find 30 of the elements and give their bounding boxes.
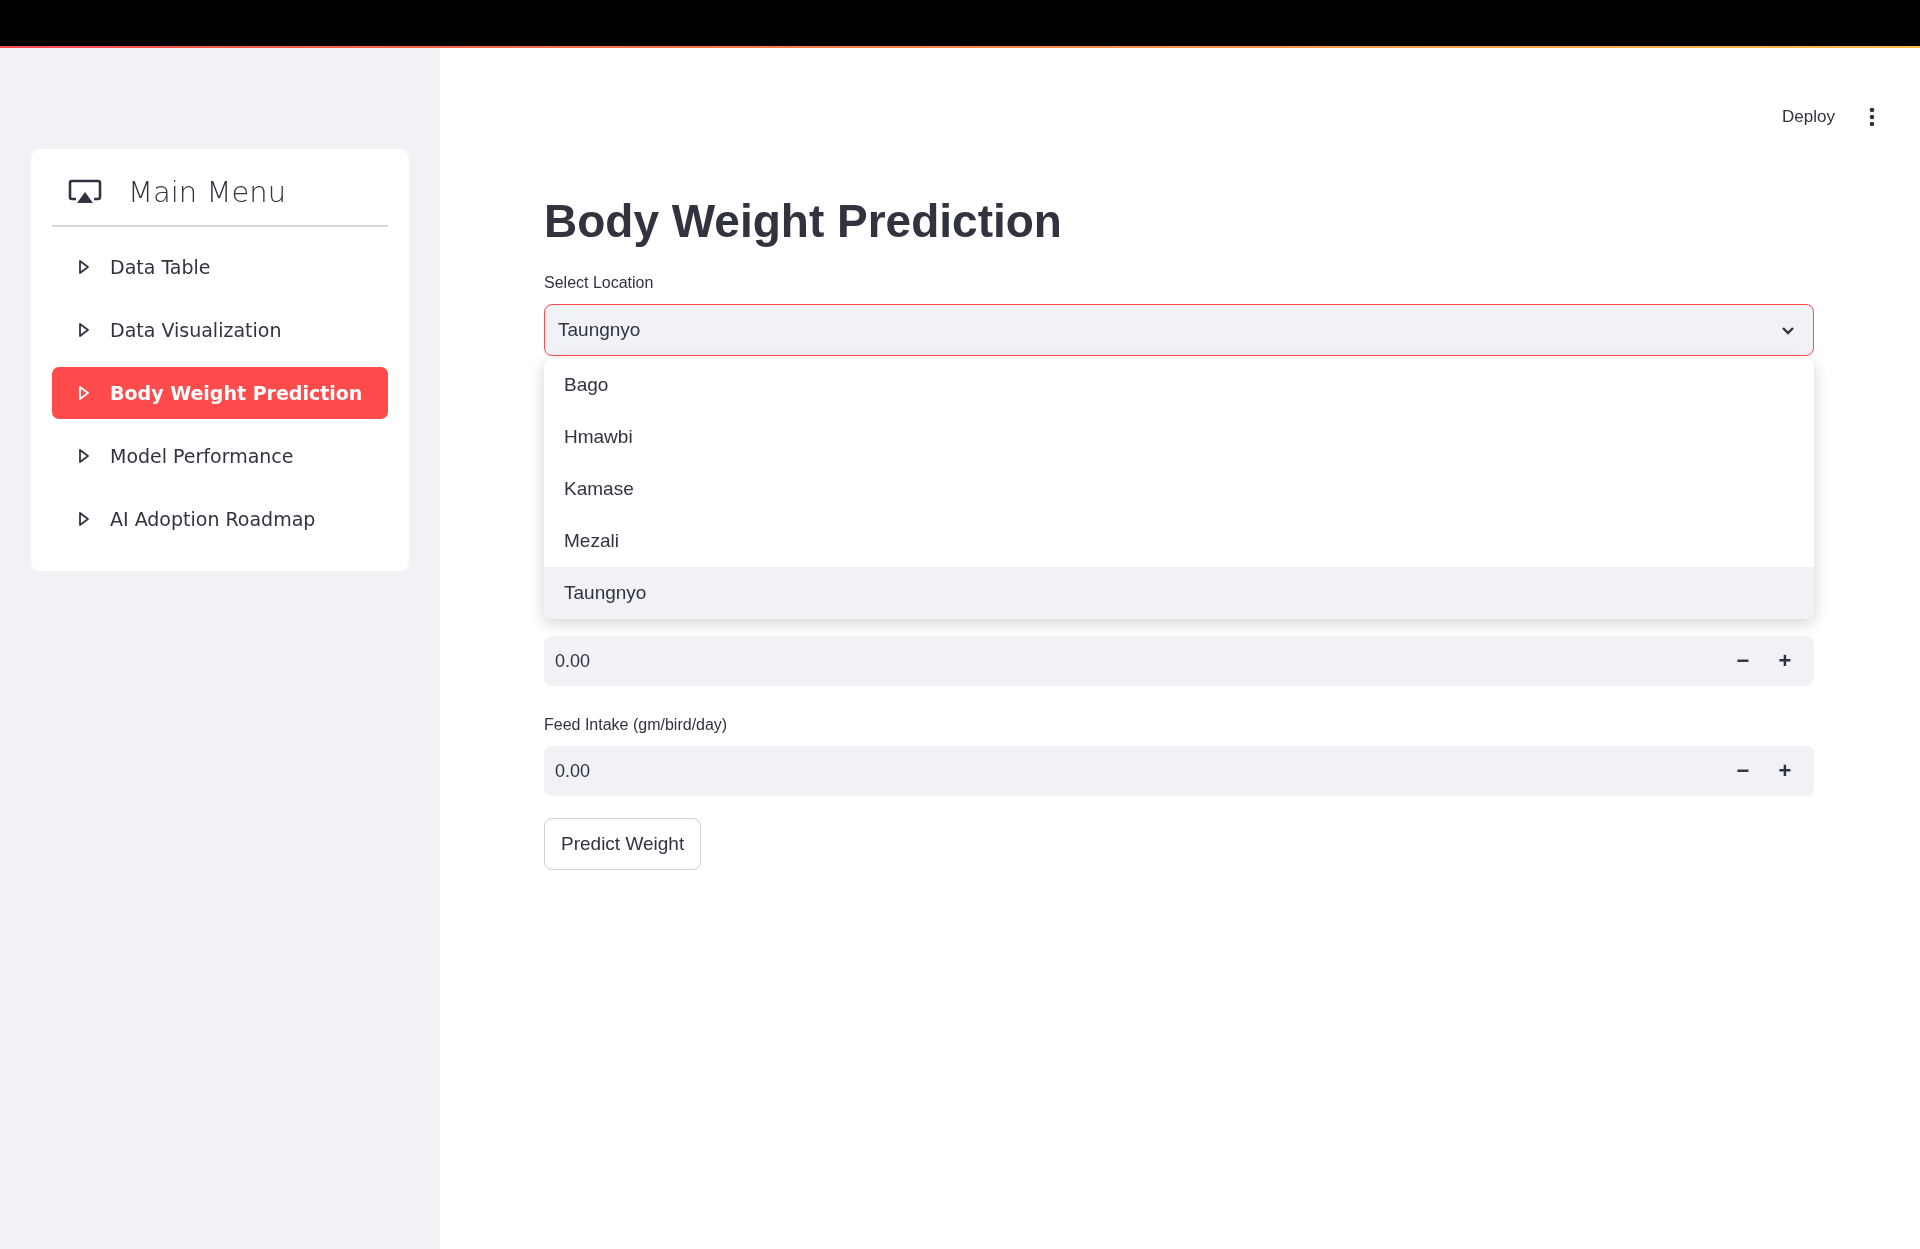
deploy-button[interactable]: Deploy [1778,105,1839,129]
increment-button[interactable]: + [1766,758,1804,784]
menu-item[interactable]: Data Visualization [52,304,388,356]
menu-item[interactable]: AI Adoption Roadmap [52,493,388,545]
page-title: Body Weight Prediction [544,194,1063,248]
triangle-icon [78,511,90,527]
chevron-down-icon [1781,325,1795,335]
dropdown-option[interactable]: Mezali [544,515,1814,567]
decrement-button[interactable]: − [1724,648,1762,674]
screen-icon [68,179,102,205]
dropdown-option[interactable]: Hmawbi [544,411,1814,463]
menu-item[interactable]: Model Performance [52,430,388,482]
menu-item[interactable]: Data Table [52,241,388,293]
decrement-button[interactable]: − [1724,758,1762,784]
number-input[interactable]: 0.00 − + [544,636,1814,686]
increment-button[interactable]: + [1766,648,1804,674]
triangle-icon [78,448,90,464]
predict-button[interactable]: Predict Weight [544,818,702,870]
dropdown-option[interactable]: Bago [544,359,1814,411]
triangle-icon [78,259,90,275]
triangle-icon [78,322,90,338]
menu-title: Main Menu [128,175,287,209]
dropdown-option[interactable]: Kamase [544,463,1814,515]
triangle-icon [78,385,90,401]
number-input[interactable]: 0.00 − + [544,746,1814,796]
field-label: Select Location [544,274,655,293]
dropdown-option[interactable]: Taungnyo [544,567,1814,619]
field-label: Feed Intake (gm/bird/day) [544,716,728,733]
location-select[interactable]: Taungnyo [544,304,1814,356]
more-options-icon[interactable] [1869,107,1875,127]
